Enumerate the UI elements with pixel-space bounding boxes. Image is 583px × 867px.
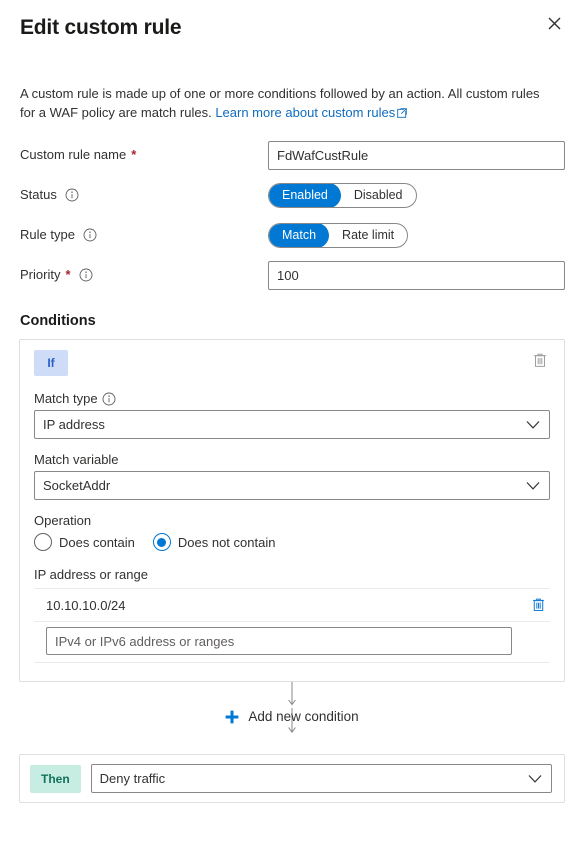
table-row: 10.10.10.0/24: [34, 589, 550, 622]
learn-more-link[interactable]: Learn more about custom rules: [215, 105, 395, 120]
trash-icon: [534, 353, 546, 367]
match-variable-select[interactable]: SocketAddr: [34, 471, 550, 500]
rule-type-label-text: Rule type: [20, 227, 75, 242]
info-icon[interactable]: [102, 392, 116, 406]
if-badge: If: [34, 350, 68, 376]
rule-name-input[interactable]: [268, 140, 565, 170]
operation-option-label: Does not contain: [177, 534, 276, 550]
priority-input[interactable]: [268, 260, 565, 290]
status-toggle-group[interactable]: Enabled Disabled: [268, 182, 417, 208]
add-new-condition-button[interactable]: Add new condition: [19, 708, 565, 725]
ip-list-header: IP address or range: [34, 567, 550, 589]
chevron-down-icon: [526, 420, 540, 429]
panel-header: Edit custom rule: [0, 0, 583, 62]
then-card: Then Deny traffic: [19, 754, 565, 803]
required-asterisk: *: [131, 147, 137, 162]
add-condition-connector: Add new condition: [19, 682, 565, 754]
operation-radio-group: Does contain Does not contain: [34, 533, 550, 551]
status-option-enabled[interactable]: Enabled: [269, 183, 341, 207]
priority-label: Priority *: [20, 266, 268, 284]
operation-option-does-not-contain[interactable]: Does not contain: [152, 533, 276, 551]
rule-type-label: Rule type: [20, 226, 268, 244]
ip-value: 10.10.10.0/24: [46, 597, 126, 613]
condition-card: If Match type IP address Match variable …: [19, 339, 565, 682]
info-icon[interactable]: [65, 188, 79, 202]
trash-icon: [533, 598, 544, 612]
rule-form: Custom rule name * Status Enabled Disable…: [0, 123, 583, 290]
priority-label-text: Priority: [20, 267, 61, 282]
status-option-disabled[interactable]: Disabled: [341, 184, 416, 207]
conditions-container: If Match type IP address Match variable …: [0, 329, 583, 803]
form-row-priority: Priority *: [20, 260, 565, 290]
condition-header: If: [34, 350, 550, 378]
form-row-rule-type: Rule type Match Rate limit: [20, 220, 565, 250]
close-icon[interactable]: [539, 8, 569, 38]
then-badge: Then: [30, 764, 81, 793]
conditions-heading: Conditions: [20, 313, 96, 329]
rule-type-toggle-group[interactable]: Match Rate limit: [268, 222, 409, 248]
match-type-field: Match type IP address: [34, 391, 550, 439]
action-select[interactable]: Deny traffic: [90, 764, 552, 793]
intro-text: A custom rule is made up of one or more …: [0, 62, 560, 123]
form-row-rule-name: Custom rule name *: [20, 140, 565, 170]
page-title: Edit custom rule: [20, 16, 182, 39]
radio-mark: [152, 533, 171, 551]
operation-label: Operation: [34, 513, 92, 528]
ip-address-input[interactable]: [46, 627, 512, 655]
status-label-text: Status: [20, 187, 57, 202]
chevron-down-icon: [528, 774, 542, 783]
rule-name-label: Custom rule name *: [20, 146, 268, 164]
operation-field: Operation Does contain Does not contain: [34, 513, 550, 551]
rule-name-label-text: Custom rule name: [20, 147, 127, 162]
external-link-icon: [397, 104, 407, 123]
delete-condition-button[interactable]: [530, 350, 550, 371]
required-asterisk: *: [65, 267, 71, 282]
ip-address-list: IP address or range 10.10.10.0/24: [34, 567, 550, 663]
ip-new-entry-row: [34, 622, 550, 663]
delete-ip-button[interactable]: [529, 595, 548, 615]
add-new-condition-label: Add new condition: [248, 709, 359, 724]
rule-type-option-rate-limit[interactable]: Rate limit: [329, 224, 407, 247]
operation-option-does-contain[interactable]: Does contain: [34, 533, 135, 551]
match-type-select[interactable]: IP address: [34, 410, 550, 439]
radio-mark: [34, 533, 52, 551]
match-variable-field: Match variable SocketAddr: [34, 452, 550, 500]
match-variable-value: SocketAddr: [43, 478, 111, 493]
match-type-label: Match type: [34, 391, 550, 406]
operation-option-label: Does contain: [59, 534, 135, 550]
chevron-down-icon: [526, 481, 540, 490]
status-label: Status: [20, 186, 268, 204]
plus-icon: [225, 710, 239, 724]
info-icon[interactable]: [83, 228, 97, 242]
match-type-value: IP address: [43, 417, 105, 432]
match-variable-label: Match variable: [34, 452, 119, 467]
info-icon[interactable]: [79, 268, 93, 282]
action-value: Deny traffic: [99, 771, 166, 786]
rule-type-option-match[interactable]: Match: [269, 223, 330, 247]
close-glyph: [548, 17, 560, 29]
form-row-status: Status Enabled Disabled: [20, 180, 565, 210]
match-type-label-text: Match type: [34, 391, 98, 406]
